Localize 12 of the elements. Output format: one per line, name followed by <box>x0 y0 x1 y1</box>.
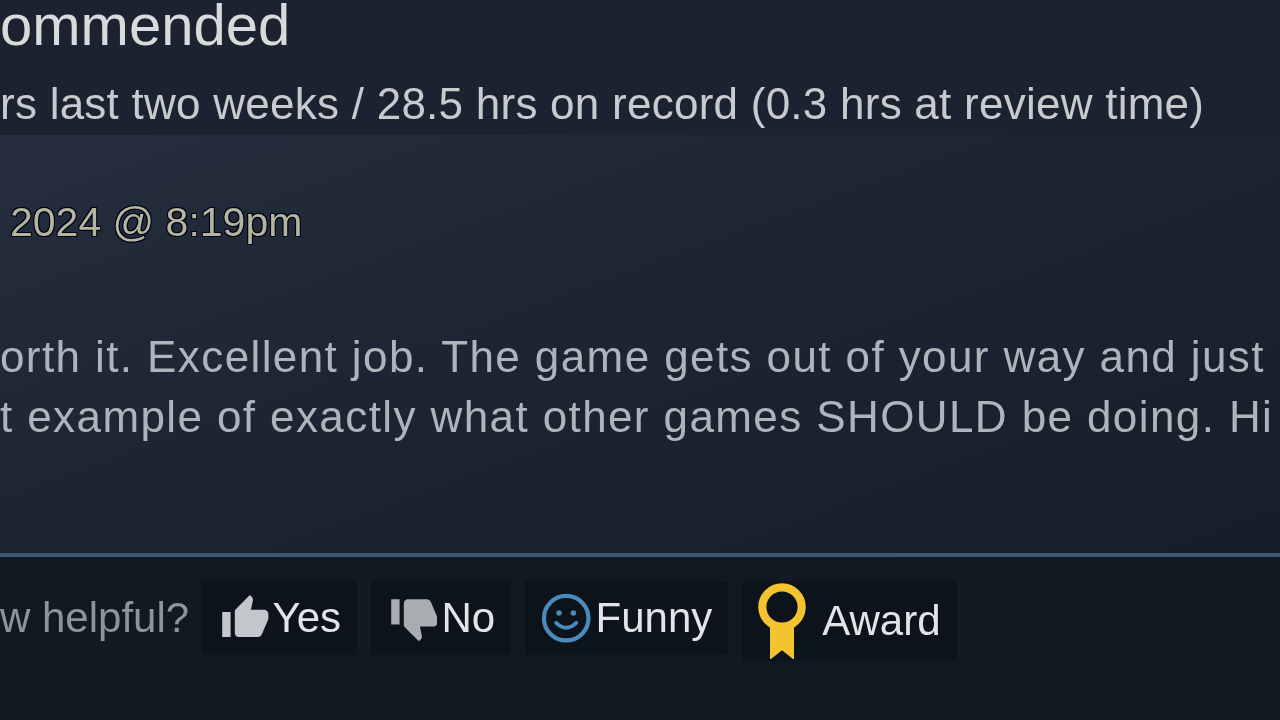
hours-played: rs last two weeks / 28.5 hrs on record (0.3 hrs at review time) <box>0 80 1205 128</box>
award-vote-button[interactable]: Award <box>742 581 957 661</box>
yes-vote-button[interactable]: Yes <box>202 581 358 655</box>
smiley-face-icon <box>541 592 592 644</box>
no-vote-button[interactable]: No <box>371 581 512 655</box>
helpful-prompt: w helpful? <box>0 593 190 643</box>
review-text-line: orth it. Excellent job. The game gets out of your way and just <box>0 331 1265 383</box>
funny-vote-button[interactable]: Funny <box>525 581 729 655</box>
review-text-line: t example of exactly what other games SHOULD be doing. Hi <box>0 391 1274 443</box>
posted-date: 2024 @ 8:19pm <box>10 199 303 245</box>
review-title: ommended <box>0 0 291 50</box>
award-ribbon-icon <box>758 582 807 660</box>
